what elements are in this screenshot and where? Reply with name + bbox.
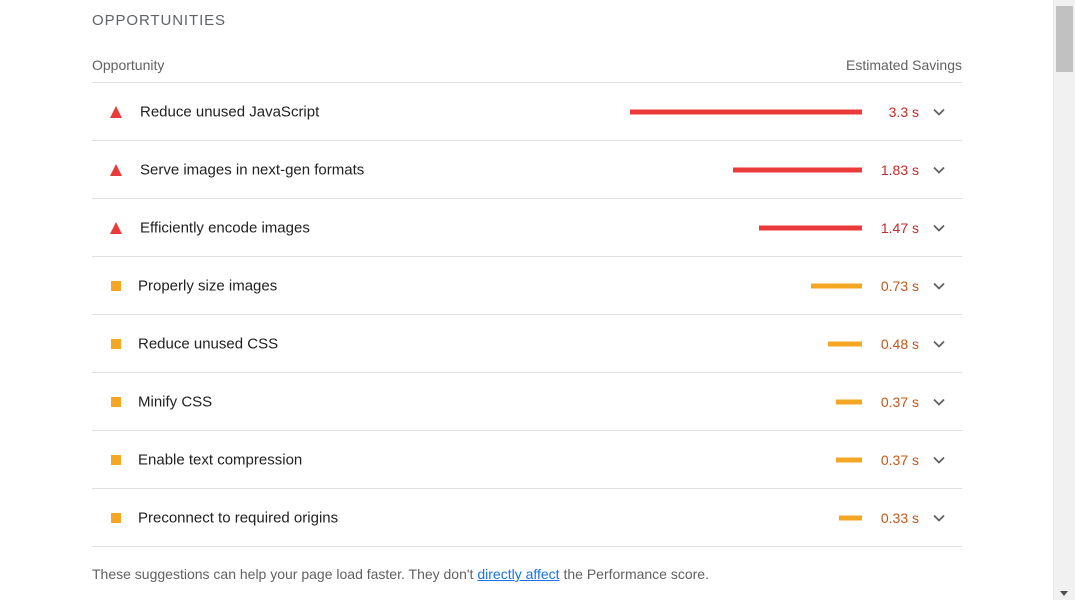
chevron-down-icon[interactable] (932, 453, 946, 467)
savings-bar (828, 341, 862, 346)
section-title: OPPORTUNITIES (92, 12, 226, 29)
opportunity-title: Reduce unused CSS (138, 335, 279, 352)
footer-note-text-before: These suggestions can help your page loa… (92, 566, 478, 582)
orange-square-icon (110, 454, 122, 466)
opportunity-column-header: Opportunity (92, 57, 165, 73)
opportunity-row[interactable]: Preconnect to required origins 0.33 s (92, 489, 962, 547)
opportunity-title: Serve images in next-gen formats (140, 161, 365, 178)
opportunities-header: Opportunity Estimated Savings (92, 56, 962, 83)
red-triangle-icon (110, 163, 122, 176)
estimated-savings-value: 0.37 s (880, 451, 919, 468)
opportunity-row[interactable]: Reduce unused JavaScript 3.3 s (92, 83, 962, 141)
opportunity-row[interactable]: Minify CSS 0.37 s (92, 373, 962, 431)
scrollbar-thumb[interactable] (1056, 6, 1073, 72)
chevron-down-icon[interactable] (932, 337, 946, 351)
footer-note-text-after: the Performance score. (559, 566, 709, 582)
vertical-scrollbar[interactable] (1053, 0, 1075, 600)
footer-note: These suggestions can help your page loa… (92, 566, 709, 582)
estimated-savings-column-header: Estimated Savings (846, 57, 962, 73)
opportunity-title: Reduce unused JavaScript (140, 103, 320, 120)
opportunity-title: Enable text compression (138, 451, 303, 468)
directly-affect-link[interactable]: directly affect (477, 566, 559, 582)
estimated-savings-value: 0.48 s (880, 335, 919, 352)
red-triangle-icon (110, 105, 122, 118)
opportunity-title: Properly size images (138, 277, 278, 294)
opportunity-row[interactable]: Properly size images 0.73 s (92, 257, 962, 315)
savings-bar (811, 283, 862, 288)
orange-square-icon (110, 338, 122, 350)
chevron-down-icon[interactable] (932, 163, 946, 177)
opportunity-row[interactable]: Efficiently encode images 1.47 s (92, 199, 962, 257)
savings-bar (733, 167, 862, 172)
savings-bar (759, 225, 862, 230)
savings-bar (836, 457, 862, 462)
opportunity-title: Minify CSS (138, 393, 213, 410)
estimated-savings-value: 0.33 s (880, 509, 919, 526)
estimated-savings-value: 0.37 s (880, 393, 919, 410)
orange-square-icon (110, 512, 122, 524)
orange-square-icon (110, 280, 122, 292)
lighthouse-report-page: OPPORTUNITIES Opportunity Estimated Savi… (0, 0, 1075, 600)
savings-bar (630, 109, 862, 114)
estimated-savings-value: 0.73 s (880, 277, 919, 294)
chevron-down-icon[interactable] (932, 279, 946, 293)
opportunity-row[interactable]: Enable text compression 0.37 s (92, 431, 962, 489)
savings-bar (839, 515, 862, 520)
opportunities-list: Reduce unused JavaScript 3.3 s Serve image… (92, 83, 962, 547)
chevron-down-icon[interactable] (932, 395, 946, 409)
chevron-down-icon[interactable] (932, 511, 946, 525)
scroll-down-arrow-icon[interactable] (1060, 591, 1068, 596)
estimated-savings-value: 1.83 s (880, 161, 919, 178)
savings-bar (836, 399, 862, 404)
orange-square-icon (110, 396, 122, 408)
estimated-savings-value: 1.47 s (880, 219, 919, 236)
opportunity-title: Efficiently encode images (140, 219, 310, 236)
chevron-down-icon[interactable] (932, 105, 946, 119)
chevron-down-icon[interactable] (932, 221, 946, 235)
opportunity-title: Preconnect to required origins (138, 509, 339, 526)
opportunity-row[interactable]: Reduce unused CSS 0.48 s (92, 315, 962, 373)
estimated-savings-value: 3.3 s (888, 103, 919, 120)
red-triangle-icon (110, 221, 122, 234)
opportunity-row[interactable]: Serve images in next-gen formats 1.83 s (92, 141, 962, 199)
